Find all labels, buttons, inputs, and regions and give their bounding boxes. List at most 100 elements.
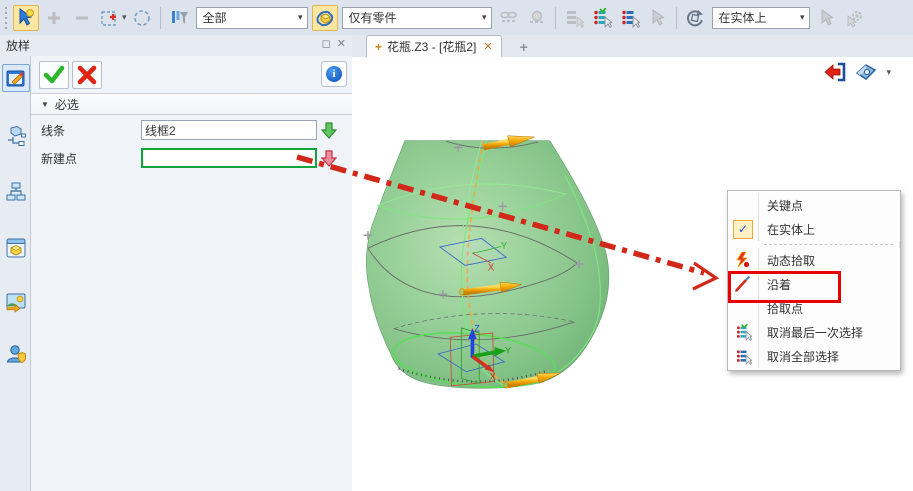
view-orientation-icon[interactable] bbox=[854, 61, 878, 83]
menu-icon-slot bbox=[728, 320, 759, 344]
panel-title: 放样 bbox=[0, 37, 30, 54]
pick-mode-combo[interactable]: 在实体上 ▾ bbox=[712, 7, 810, 29]
clear-picks-icon bbox=[735, 348, 752, 365]
tab-title: 花瓶.Z3 - [花瓶2] bbox=[387, 38, 476, 55]
menu-label: 动态拾取 bbox=[759, 252, 815, 269]
pick-filter-button[interactable] bbox=[166, 5, 192, 31]
pointer-button[interactable] bbox=[645, 5, 671, 31]
red-arrow-down-icon bbox=[321, 150, 337, 167]
filter-combo[interactable]: 全部 ▾ bbox=[196, 7, 308, 29]
menu-item-key-point[interactable]: 关键点 bbox=[728, 193, 900, 217]
menu-icon-slot bbox=[728, 193, 759, 217]
toolbar-separator bbox=[555, 7, 556, 29]
undo-last-pick-button[interactable] bbox=[589, 5, 615, 31]
info-button[interactable]: i bbox=[321, 61, 347, 87]
plus-icon bbox=[46, 10, 62, 26]
chevron-down-icon[interactable]: ▾ bbox=[800, 12, 805, 23]
scope-combo[interactable]: 仅有零件 ▾ bbox=[342, 7, 492, 29]
menu-item-undo-last-selection[interactable]: 取消最后一次选择 bbox=[728, 320, 900, 344]
menu-icon-slot: ✓ bbox=[728, 217, 759, 241]
manager-tree-icon bbox=[5, 125, 27, 147]
add-entity-button[interactable] bbox=[41, 5, 67, 31]
menu-item-dynamic-pick[interactable]: 动态拾取 bbox=[728, 248, 900, 272]
pick-list-button[interactable] bbox=[561, 5, 587, 31]
panel-close-button[interactable]: ✕ bbox=[337, 37, 346, 50]
pick-region-caret[interactable]: ▾ bbox=[122, 12, 127, 23]
application-window: ▾ 全部 ▾ 仅有零件 ▾ bbox=[0, 0, 913, 491]
toolbar-separator bbox=[160, 7, 161, 29]
info-icon: i bbox=[326, 66, 342, 82]
tab-history[interactable] bbox=[2, 178, 30, 206]
select-cursor-icon bbox=[16, 8, 36, 28]
annotation-highlight-box bbox=[728, 271, 841, 303]
tab-close-icon[interactable]: ✕ bbox=[483, 40, 492, 53]
tab-manager[interactable] bbox=[2, 122, 30, 150]
x-icon bbox=[77, 65, 97, 85]
part-cube-icon bbox=[315, 8, 335, 28]
chain-pick-button[interactable] bbox=[496, 5, 522, 31]
filter-combo-value: 全部 bbox=[203, 9, 227, 26]
loop-pick-button[interactable] bbox=[524, 5, 550, 31]
lines-input[interactable] bbox=[141, 120, 317, 140]
panel-minimize-button[interactable]: ◻ bbox=[322, 37, 331, 50]
new-point-input[interactable] bbox=[141, 148, 317, 168]
gear-cursor-icon bbox=[845, 8, 865, 28]
chevron-down-icon[interactable]: ▾ bbox=[298, 12, 303, 23]
cursor-icon bbox=[818, 9, 836, 27]
triad-y-label: Y bbox=[505, 345, 511, 355]
new-point-pick-button[interactable] bbox=[317, 150, 341, 167]
history-tree-icon bbox=[5, 181, 27, 203]
tab-edit-form[interactable] bbox=[2, 64, 30, 92]
document-tab[interactable]: + 花瓶.Z3 - [花瓶2] ✕ bbox=[366, 35, 502, 57]
menu-icon-slot bbox=[728, 248, 759, 272]
user-icon bbox=[5, 343, 27, 365]
minus-icon bbox=[74, 10, 90, 26]
cursor-icon bbox=[649, 9, 667, 27]
lasso-pick-button[interactable] bbox=[129, 5, 155, 31]
select-tool-button[interactable] bbox=[13, 5, 39, 31]
dashed-circle-icon bbox=[132, 8, 152, 28]
lightning-icon bbox=[735, 252, 751, 268]
scope-combo-value: 仅有零件 bbox=[349, 9, 397, 26]
chevron-down-icon[interactable]: ▾ bbox=[482, 12, 487, 23]
new-tab-button[interactable]: + bbox=[520, 39, 528, 57]
tab-role[interactable] bbox=[2, 340, 30, 368]
tab-visualize[interactable] bbox=[2, 288, 30, 316]
loft-panel: 放样 ◻ ✕ bbox=[0, 35, 353, 491]
menu-item-clear-all-selection[interactable]: 取消全部选择 bbox=[728, 344, 900, 368]
green-arrow-down-icon bbox=[321, 122, 337, 139]
triad-z-label: Z bbox=[474, 324, 480, 334]
section-label: 必选 bbox=[55, 96, 79, 113]
menu-item-on-entity[interactable]: ✓ 在实体上 bbox=[728, 217, 900, 241]
exit-sketch-icon[interactable] bbox=[824, 62, 846, 82]
new-point-field-label: 新建点 bbox=[31, 150, 141, 167]
cancel-button[interactable] bbox=[72, 61, 102, 89]
toolbar-grip[interactable] bbox=[3, 7, 9, 29]
mid-axis-x-label: X bbox=[488, 262, 495, 273]
ok-button[interactable] bbox=[39, 61, 69, 89]
pick-list-icon bbox=[564, 8, 584, 28]
tab-view-manager[interactable] bbox=[2, 234, 30, 262]
clear-all-picks-button[interactable] bbox=[617, 5, 643, 31]
menu-icon-slot bbox=[728, 344, 759, 368]
viewport-tools: ▾ bbox=[824, 61, 891, 83]
chevron-down-icon[interactable]: ▾ bbox=[886, 67, 891, 78]
box-plus-icon bbox=[100, 8, 120, 28]
panel-titlebar: 放样 ◻ ✕ bbox=[0, 35, 352, 56]
remove-entity-button[interactable] bbox=[69, 5, 95, 31]
loop-icon bbox=[527, 8, 547, 28]
pick-settings-button[interactable] bbox=[842, 5, 868, 31]
pick-region-button[interactable] bbox=[97, 5, 123, 31]
clear-picks-icon bbox=[620, 8, 640, 28]
menu-separator bbox=[728, 241, 900, 248]
pick-from-part-button[interactable] bbox=[312, 5, 338, 31]
required-section-header[interactable]: ▼ 必选 bbox=[31, 93, 352, 115]
menu-label: 在实体上 bbox=[759, 221, 815, 238]
tab-doc-icon: + bbox=[375, 40, 382, 54]
collapse-triangle-icon[interactable]: ▼ bbox=[41, 100, 49, 109]
menu-label: 取消最后一次选择 bbox=[759, 324, 863, 341]
loft-form: i ▼ 必选 线条 新建点 bbox=[31, 56, 352, 491]
reorient-button[interactable] bbox=[682, 5, 708, 31]
pointer-snap-button[interactable] bbox=[814, 5, 840, 31]
lines-pick-button[interactable] bbox=[317, 122, 341, 139]
